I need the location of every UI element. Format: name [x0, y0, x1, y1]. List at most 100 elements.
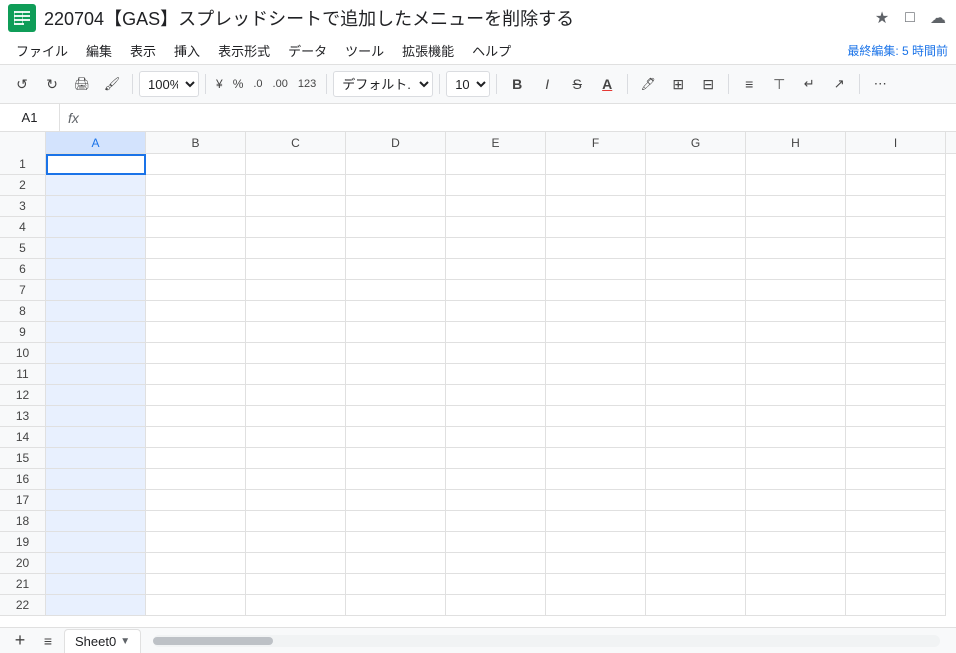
cell-G10[interactable] — [646, 343, 746, 364]
cell-G15[interactable] — [646, 448, 746, 469]
cell-I20[interactable] — [846, 553, 946, 574]
cell-G3[interactable] — [646, 196, 746, 217]
cell-H7[interactable] — [746, 280, 846, 301]
menu-data[interactable]: データ — [280, 38, 335, 63]
cell-D3[interactable] — [346, 196, 446, 217]
cell-E8[interactable] — [446, 301, 546, 322]
cell-F10[interactable] — [546, 343, 646, 364]
cell-H6[interactable] — [746, 259, 846, 280]
cell-D7[interactable] — [346, 280, 446, 301]
cell-B16[interactable] — [146, 469, 246, 490]
cell-A13[interactable] — [46, 406, 146, 427]
row-number-3[interactable]: 3 — [0, 196, 46, 217]
cell-H19[interactable] — [746, 532, 846, 553]
cell-E3[interactable] — [446, 196, 546, 217]
cell-C16[interactable] — [246, 469, 346, 490]
column-header-b[interactable]: B — [146, 132, 246, 153]
cell-I3[interactable] — [846, 196, 946, 217]
cell-G11[interactable] — [646, 364, 746, 385]
cell-F19[interactable] — [546, 532, 646, 553]
cell-E5[interactable] — [446, 238, 546, 259]
cell-D15[interactable] — [346, 448, 446, 469]
cell-B18[interactable] — [146, 511, 246, 532]
cell-E18[interactable] — [446, 511, 546, 532]
cell-C2[interactable] — [246, 175, 346, 196]
cell-C22[interactable] — [246, 595, 346, 616]
cell-D1[interactable] — [346, 154, 446, 175]
row-number-15[interactable]: 15 — [0, 448, 46, 469]
cell-I22[interactable] — [846, 595, 946, 616]
cell-G7[interactable] — [646, 280, 746, 301]
row-number-1[interactable]: 1 — [0, 154, 46, 175]
cell-D14[interactable] — [346, 427, 446, 448]
cell-D13[interactable] — [346, 406, 446, 427]
row-number-20[interactable]: 20 — [0, 553, 46, 574]
cell-E14[interactable] — [446, 427, 546, 448]
cell-G21[interactable] — [646, 574, 746, 595]
cell-D17[interactable] — [346, 490, 446, 511]
row-number-12[interactable]: 12 — [0, 385, 46, 406]
menu-tools[interactable]: ツール — [337, 38, 392, 63]
cell-F3[interactable] — [546, 196, 646, 217]
cell-E20[interactable] — [446, 553, 546, 574]
cell-A6[interactable] — [46, 259, 146, 280]
row-number-17[interactable]: 17 — [0, 490, 46, 511]
cell-E12[interactable] — [446, 385, 546, 406]
cell-B12[interactable] — [146, 385, 246, 406]
column-header-e[interactable]: E — [446, 132, 546, 153]
row-number-14[interactable]: 14 — [0, 427, 46, 448]
star-icon[interactable]: ★ — [872, 8, 892, 28]
cell-H9[interactable] — [746, 322, 846, 343]
row-number-19[interactable]: 19 — [0, 532, 46, 553]
cell-reference-input[interactable] — [0, 104, 60, 131]
cell-D19[interactable] — [346, 532, 446, 553]
text-color-button[interactable]: A — [593, 70, 621, 98]
cell-D6[interactable] — [346, 259, 446, 280]
cell-F21[interactable] — [546, 574, 646, 595]
cell-C4[interactable] — [246, 217, 346, 238]
menu-view[interactable]: 表示 — [122, 38, 164, 63]
formula-input[interactable] — [87, 110, 956, 125]
cell-I2[interactable] — [846, 175, 946, 196]
cell-I10[interactable] — [846, 343, 946, 364]
cell-A21[interactable] — [46, 574, 146, 595]
more-toolbar-button[interactable]: ⋯ — [866, 70, 894, 98]
cell-B3[interactable] — [146, 196, 246, 217]
cell-F11[interactable] — [546, 364, 646, 385]
cell-G1[interactable] — [646, 154, 746, 175]
column-header-g[interactable]: G — [646, 132, 746, 153]
currency-format-button[interactable]: ¥ — [212, 70, 227, 98]
cell-E4[interactable] — [446, 217, 546, 238]
cell-E15[interactable] — [446, 448, 546, 469]
cell-B11[interactable] — [146, 364, 246, 385]
cell-D12[interactable] — [346, 385, 446, 406]
cell-I8[interactable] — [846, 301, 946, 322]
column-header-i[interactable]: I — [846, 132, 946, 153]
cell-F15[interactable] — [546, 448, 646, 469]
cell-C9[interactable] — [246, 322, 346, 343]
cell-B13[interactable] — [146, 406, 246, 427]
cell-E16[interactable] — [446, 469, 546, 490]
cell-A7[interactable] — [46, 280, 146, 301]
menu-edit[interactable]: 編集 — [78, 38, 120, 63]
undo-button[interactable]: ↺ — [8, 70, 36, 98]
cell-I4[interactable] — [846, 217, 946, 238]
cell-G13[interactable] — [646, 406, 746, 427]
cell-C8[interactable] — [246, 301, 346, 322]
cell-C20[interactable] — [246, 553, 346, 574]
cell-A20[interactable] — [46, 553, 146, 574]
cell-G14[interactable] — [646, 427, 746, 448]
cell-I15[interactable] — [846, 448, 946, 469]
cell-A1[interactable] — [46, 154, 146, 175]
cell-F13[interactable] — [546, 406, 646, 427]
column-header-a[interactable]: A — [46, 132, 146, 153]
cell-I5[interactable] — [846, 238, 946, 259]
sheet-tab-dropdown-icon[interactable]: ▼ — [120, 636, 130, 647]
cell-C19[interactable] — [246, 532, 346, 553]
cell-H8[interactable] — [746, 301, 846, 322]
print-button[interactable]: 🖨 — [68, 70, 96, 98]
cell-A10[interactable] — [46, 343, 146, 364]
menu-extensions[interactable]: 拡張機能 — [394, 38, 462, 63]
row-number-4[interactable]: 4 — [0, 217, 46, 238]
cell-A9[interactable] — [46, 322, 146, 343]
